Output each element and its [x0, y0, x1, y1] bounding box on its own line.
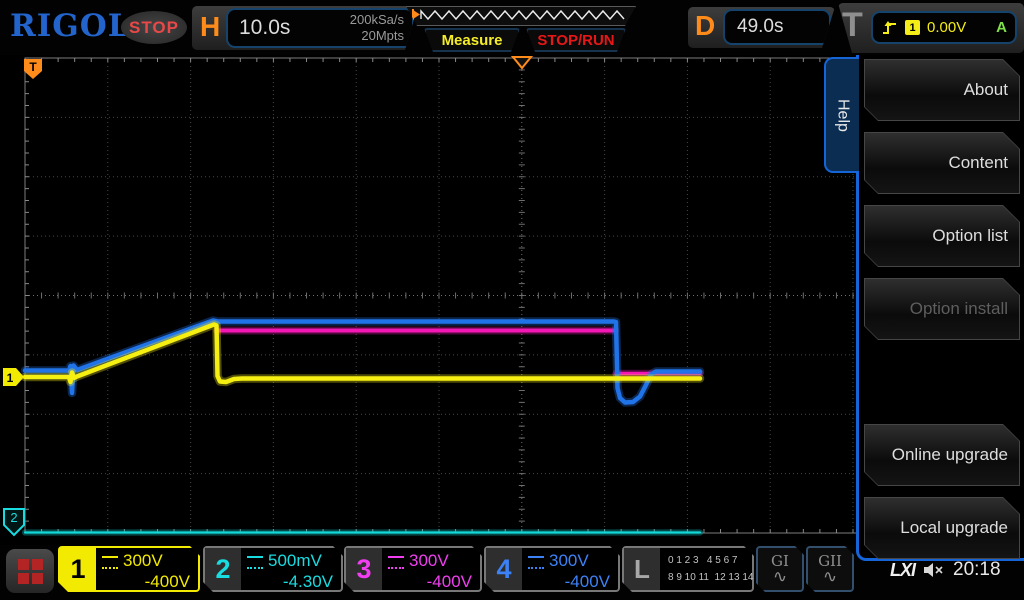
- channel-2-number: 2: [205, 548, 241, 590]
- menu-label: Online upgrade: [892, 445, 1019, 465]
- horizontal-timebase-group[interactable]: H 10.0s 200kSa/s 20Mpts: [192, 6, 418, 50]
- svg-text:T: T: [29, 60, 37, 74]
- logic-analyzer-box[interactable]: L 0 1 2 3 4 5 6 7 8 9 10 11 12 13 14 15: [622, 546, 754, 592]
- channel-1-offset: -400V: [102, 572, 190, 592]
- channel-4-number: 4: [486, 548, 522, 590]
- rising-edge-trigger-icon: [881, 20, 898, 36]
- menu-button-option-list[interactable]: Option list: [864, 205, 1020, 267]
- channel-3-number: 3: [346, 548, 382, 590]
- dc-coupling-icon: [102, 556, 118, 569]
- horizontal-label: H: [200, 11, 220, 43]
- delay-value: 49.0s: [737, 16, 783, 38]
- channel-2-offset: -4.30V: [247, 572, 333, 592]
- logic-analyzer-label: L: [624, 548, 660, 590]
- sample-rate: 200kSa/s: [350, 12, 404, 28]
- menu-label: Content: [948, 153, 1019, 173]
- lxi-logo: LXI: [890, 560, 915, 581]
- clock: 20:18: [953, 559, 1001, 581]
- source-1-button[interactable]: GI ∿: [756, 546, 804, 592]
- channel-4-scale: 300V: [549, 551, 589, 571]
- delay-box: 49.0s: [723, 9, 831, 45]
- trigger-level: 0.00V: [927, 19, 989, 36]
- menu-label: Option install: [910, 299, 1019, 319]
- channel-1-number: 1: [60, 548, 96, 590]
- speaker-muted-icon: [923, 562, 945, 578]
- channel-3-box[interactable]: 3 300V -400V: [344, 546, 482, 592]
- channel-3-scale: 300V: [409, 551, 449, 571]
- oscilloscope-screen: T 1 2 RIGOL STOP H 10.0s 200kSa/s 20Mpts M…: [0, 0, 1024, 600]
- trigger-group[interactable]: T 1 0.00V A: [838, 3, 1024, 53]
- memory-waveform-icon: [407, 7, 635, 25]
- channel-4-box[interactable]: 4 300V -400V: [484, 546, 620, 592]
- measure-button[interactable]: Measure: [424, 28, 520, 52]
- memory-position-bar: [406, 6, 636, 26]
- menu-button-about[interactable]: About: [864, 59, 1020, 121]
- channel-4-offset: -400V: [528, 572, 610, 592]
- stop-run-button[interactable]: STOP/RUN: [526, 28, 626, 52]
- menu-grid-icon[interactable]: [6, 549, 54, 593]
- svg-text:1: 1: [7, 371, 14, 385]
- delay-label: D: [695, 10, 715, 42]
- top-status-bar: RIGOL STOP H 10.0s 200kSa/s 20Mpts Measu…: [0, 0, 1024, 55]
- delay-group[interactable]: D 49.0s: [688, 7, 835, 48]
- sine-wave-icon: ∿: [823, 569, 837, 584]
- menu-label: Option list: [932, 226, 1019, 246]
- source-2-button[interactable]: GII ∿: [806, 546, 854, 592]
- memory-depth: 20Mpts: [350, 28, 404, 44]
- menu-button-option-install: Option install: [864, 278, 1020, 340]
- trigger-source-badge: 1: [905, 20, 920, 35]
- trigger-label: T: [842, 6, 863, 45]
- menu-button-online-upgrade[interactable]: Online upgrade: [864, 424, 1020, 486]
- acquisition-info: 200kSa/s 20Mpts: [350, 12, 404, 44]
- menu-label: About: [964, 80, 1019, 100]
- channel-2-scale: 500mV: [268, 551, 322, 571]
- menu-button-content[interactable]: Content: [864, 132, 1020, 194]
- trigger-box: 1 0.00V A: [871, 11, 1017, 44]
- channel-1-scale: 300V: [123, 551, 163, 571]
- trigger-mode: A: [996, 19, 1007, 36]
- channel-1-box[interactable]: 1 300V -400V: [58, 546, 200, 592]
- timebase-box: 10.0s 200kSa/s 20Mpts: [226, 8, 414, 48]
- timebase-value: 10.0s: [239, 16, 290, 40]
- run-status-badge: STOP: [121, 11, 187, 44]
- menu-title-tab: Help: [824, 57, 859, 173]
- svg-text:2: 2: [10, 510, 17, 525]
- logic-channel-numbers: 0 1 2 3 4 5 6 7 8 9 10 11 12 13 14 15: [660, 548, 771, 590]
- rigol-logo: RIGOL: [10, 8, 131, 44]
- dc-coupling-icon: [247, 556, 263, 569]
- menu-title: Help: [834, 99, 852, 132]
- dc-coupling-icon: [528, 556, 544, 569]
- menu-label: Local upgrade: [900, 518, 1019, 538]
- dc-coupling-icon: [388, 556, 404, 569]
- sine-wave-icon: ∿: [773, 569, 787, 584]
- menu-button-local-upgrade[interactable]: Local upgrade: [864, 497, 1020, 559]
- waveform-display: T 1 2: [0, 0, 858, 600]
- channel-3-offset: -400V: [388, 572, 472, 592]
- channel-2-box[interactable]: 2 500mV -4.30V: [203, 546, 343, 592]
